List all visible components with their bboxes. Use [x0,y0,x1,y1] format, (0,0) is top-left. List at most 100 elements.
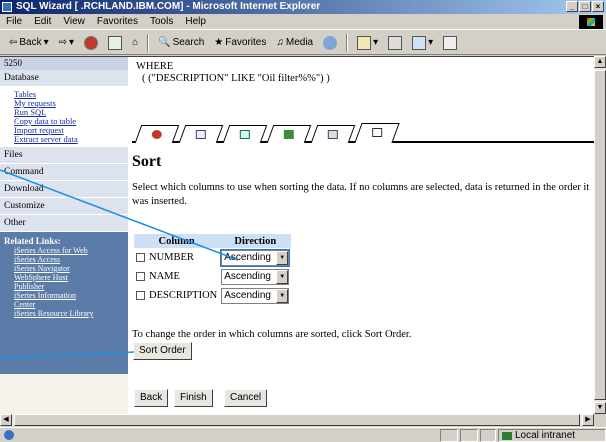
nav-link-extract-server-data[interactable]: Extract server data [14,135,128,144]
edit-button[interactable]: ▾ [409,33,436,53]
search-button[interactable]: 🔍 Search [155,33,207,53]
forward-button[interactable]: ⇨ ▾ [56,33,77,53]
nav-download[interactable]: Download [0,181,128,198]
media-label: Media [285,37,314,48]
back-wizard-button[interactable]: Back [134,389,169,407]
ie-icon [2,2,12,12]
sort-description: Select which columns to use when sorting… [132,182,590,207]
scroll-right-icon[interactable]: ▶ [582,414,594,426]
conditions-icon [283,130,294,139]
tab-output[interactable] [310,125,356,143]
menu-tools[interactable]: Tools [150,16,173,27]
scroll-down-icon[interactable]: ▼ [594,402,606,414]
history-button[interactable] [320,33,340,53]
tab-join[interactable] [222,125,268,143]
status-panel [440,429,458,442]
scroll-up-icon[interactable]: ▲ [594,56,606,68]
home-icon: ⌂ [132,37,139,48]
discuss-icon [443,35,458,50]
related-link[interactable]: Center [4,300,124,309]
tab-sort[interactable] [354,123,400,143]
print-icon [388,35,403,50]
discuss-button[interactable] [440,33,460,53]
scroll-thumb[interactable] [14,414,580,426]
scroll-left-icon[interactable]: ◀ [0,414,12,426]
minimize-button[interactable]: _ [566,1,578,12]
nav-database[interactable]: Database [0,70,128,87]
database-links: Tables My requests Run SQL Copy data to … [0,87,128,147]
print-button[interactable] [385,33,405,53]
page-title: Sort [132,153,162,170]
media-button[interactable]: ♫ Media [273,33,316,53]
refresh-button[interactable] [105,33,125,53]
related-link[interactable]: iSeries Access for Web [4,246,124,255]
window-title: SQL Wizard [ .RCHLAND.IBM.COM] - Microso… [16,1,321,12]
menu-file[interactable]: File [6,16,22,27]
menu-edit[interactable]: Edit [34,16,51,27]
main-panel: WHERE ( ("DESCRIPTION" LIKE "Oil filter%… [132,57,594,414]
related-link[interactable]: iSeries Information [4,291,124,300]
direction-select-description[interactable]: Ascending ▼ [221,287,290,304]
related-link[interactable]: iSeries Navigator [4,264,124,273]
toolbar-separator [147,33,150,52]
related-link[interactable]: Publisher [4,282,124,291]
direction-select-name[interactable]: Ascending ▼ [221,268,290,285]
related-links-title: Related Links: [4,236,61,246]
wizard-tabs [132,121,594,143]
menu-view[interactable]: View [63,16,85,27]
favorites-label: Favorites [225,37,267,48]
table-row: NAME Ascending ▼ [134,267,291,286]
related-links: Related Links: iSeries Access for Web iS… [0,232,128,374]
where-keyword: WHERE [136,61,174,72]
status-panel [460,429,478,442]
menu-favorites[interactable]: Favorites [97,16,138,27]
column-name: NUMBER [149,252,194,263]
horizontal-scrollbar[interactable]: ◀ ▶ [0,414,594,426]
checkbox-number[interactable] [136,253,145,263]
scroll-thumb[interactable] [594,70,606,400]
stop-icon [84,35,99,50]
column-header: Column [134,234,220,248]
search-label: Search [172,37,205,48]
cancel-button[interactable]: Cancel [224,389,268,407]
maximize-button[interactable]: □ [579,1,591,12]
edit-icon [412,35,427,50]
nav-customize[interactable]: Customize [0,198,128,215]
nav-files[interactable]: Files [0,147,128,164]
column-name: NAME [149,271,180,282]
checkbox-description[interactable] [136,291,145,301]
chevron-down-icon: ▾ [43,37,49,48]
finish-button[interactable]: Finish [174,389,213,407]
related-link[interactable]: iSeries Access [4,255,124,264]
tab-columns[interactable] [178,125,224,143]
vertical-scrollbar[interactable]: ▲ ▼ [594,56,606,414]
sort-order-button[interactable]: Sort Order [133,342,192,360]
close-button[interactable]: × [592,1,604,12]
favorites-button[interactable]: ★ Favorites [211,33,269,53]
tab-tables[interactable] [134,125,180,143]
related-link[interactable]: iSeries Resource Library [4,309,124,318]
menu-help[interactable]: Help [185,16,206,27]
back-label: Back [19,37,42,48]
direction-select-number[interactable]: Ascending ▼ [220,248,291,267]
nav-command[interactable]: Command [0,164,128,181]
mail-button[interactable]: ▾ [354,33,381,53]
table-row: NUMBER Ascending ▼ [134,248,291,267]
checkbox-name[interactable] [136,272,145,282]
left-navigation: 5250 Database Tables My requests Run SQL… [0,57,128,414]
column-name: DESCRIPTION [149,290,218,301]
related-link[interactable]: WebSphere Host [4,273,124,282]
browser-content: 5250 Database Tables My requests Run SQL… [0,56,594,414]
stop-button[interactable] [81,33,101,53]
select-value: Ascending [224,252,271,263]
home-button[interactable]: ⌂ [129,33,141,53]
favorites-icon: ★ [214,37,224,48]
chevron-down-icon: ▾ [69,37,75,48]
back-button[interactable]: ⇦ Back ▾ [6,33,52,53]
join-icon [239,130,250,139]
tab-conditions[interactable] [266,125,312,143]
media-icon: ♫ [276,37,284,48]
nav-other[interactable]: Other [0,215,128,232]
status-bar: Local intranet [0,427,606,442]
page-status-icon [4,430,14,440]
